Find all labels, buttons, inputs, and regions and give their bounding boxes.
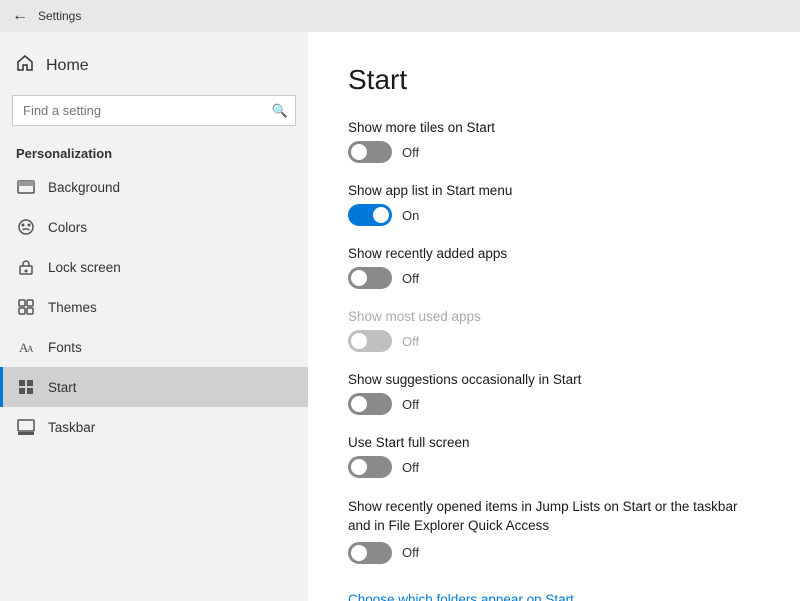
taskbar-label: Taskbar [48,420,95,435]
colors-icon [16,217,36,237]
sidebar: Home 🔍 Personalization Background [0,32,308,601]
section-label: Personalization [0,134,308,167]
toggle-row-recent-items: Off [348,542,760,564]
toggle-row-most-used: Off [348,330,760,352]
setting-recent-items: Show recently opened items in Jump Lists… [348,498,760,564]
setting-more-tiles-label: Show more tiles on Start [348,120,760,135]
toggle-row-suggestions: Off [348,393,760,415]
toggle-full-screen[interactable] [348,456,392,478]
setting-recent-items-label: Show recently opened items in Jump Lists… [348,498,760,536]
title-bar: ← Settings [0,0,800,32]
folders-link[interactable]: Choose which folders appear on Start [348,592,574,601]
sidebar-item-background[interactable]: Background [0,167,308,207]
toggle-row-recently-added: Off [348,267,760,289]
search-input[interactable] [12,95,296,126]
setting-full-screen: Use Start full screen Off [348,435,760,478]
toggle-row-full-screen: Off [348,456,760,478]
toggle-thumb-recent-items [351,545,367,561]
lock-icon [16,257,36,277]
setting-suggestions: Show suggestions occasionally in Start O… [348,372,760,415]
toggle-track-more-tiles [348,141,392,163]
toggle-app-list[interactable] [348,204,392,226]
sidebar-item-home[interactable]: Home [0,44,308,87]
toggle-more-tiles[interactable] [348,141,392,163]
toggle-row-app-list: On [348,204,760,226]
sidebar-item-lock-screen[interactable]: Lock screen [0,247,308,287]
toggle-track-recently-added [348,267,392,289]
lock-screen-label: Lock screen [48,260,121,275]
toggle-label-full-screen: Off [402,460,419,475]
toggle-row-more-tiles: Off [348,141,760,163]
colors-label: Colors [48,220,87,235]
toggle-thumb-app-list [373,207,389,223]
sidebar-item-start[interactable]: Start [0,367,308,407]
setting-most-used-label: Show most used apps [348,309,760,324]
setting-recently-added-label: Show recently added apps [348,246,760,261]
toggle-thumb-most-used [351,333,367,349]
toggle-label-suggestions: Off [402,397,419,412]
themes-icon [16,297,36,317]
toggle-thumb-recently-added [351,270,367,286]
toggle-track-full-screen [348,456,392,478]
toggle-track-most-used [348,330,392,352]
title-bar-title: Settings [38,9,81,23]
toggle-recent-items[interactable] [348,542,392,564]
start-label: Start [48,380,77,395]
home-label: Home [46,57,89,75]
background-icon [16,177,36,197]
setting-suggestions-label: Show suggestions occasionally in Start [348,372,760,387]
setting-most-used: Show most used apps Off [348,309,760,352]
toggle-track-app-list [348,204,392,226]
setting-full-screen-label: Use Start full screen [348,435,760,450]
toggle-label-recent-items: Off [402,545,419,560]
fonts-icon: A A [16,337,36,357]
page-title: Start [348,64,760,96]
toggle-suggestions[interactable] [348,393,392,415]
app-body: Home 🔍 Personalization Background [0,32,800,601]
start-icon [16,377,36,397]
sidebar-item-fonts[interactable]: A A Fonts [0,327,308,367]
fonts-label: Fonts [48,340,82,355]
setting-more-tiles: Show more tiles on Start Off [348,120,760,163]
setting-app-list: Show app list in Start menu On [348,183,760,226]
background-label: Background [48,180,120,195]
back-button[interactable]: ← [12,8,28,24]
svg-text:A: A [27,344,34,354]
toggle-recently-added[interactable] [348,267,392,289]
sidebar-item-taskbar[interactable]: Taskbar [0,407,308,447]
toggle-track-suggestions [348,393,392,415]
themes-label: Themes [48,300,97,315]
toggle-thumb-full-screen [351,459,367,475]
toggle-label-most-used: Off [402,334,419,349]
toggle-label-more-tiles: Off [402,145,419,160]
sidebar-item-themes[interactable]: Themes [0,287,308,327]
setting-app-list-label: Show app list in Start menu [348,183,760,198]
home-icon [16,54,34,77]
search-icon: 🔍 [272,103,288,119]
toggle-label-app-list: On [402,208,419,223]
toggle-thumb-more-tiles [351,144,367,160]
toggle-thumb-suggestions [351,396,367,412]
setting-recently-added: Show recently added apps Off [348,246,760,289]
toggle-label-recently-added: Off [402,271,419,286]
taskbar-icon [16,417,36,437]
sidebar-item-colors[interactable]: Colors [0,207,308,247]
toggle-track-recent-items [348,542,392,564]
sidebar-search-container: 🔍 [12,95,296,126]
toggle-most-used [348,330,392,352]
content-area: Start Show more tiles on Start Off Show … [308,32,800,601]
